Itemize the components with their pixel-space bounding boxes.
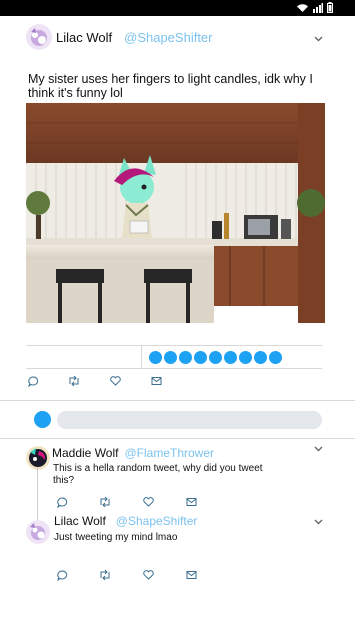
- reply-header: Maddie Wolf @FlameThrower: [52, 446, 214, 460]
- status-icons: [296, 2, 333, 13]
- poll-divider: [141, 346, 142, 368]
- tweet-photo[interactable]: [26, 103, 325, 323]
- tweet-poll: [26, 345, 322, 369]
- reply-author-handle[interactable]: @FlameThrower: [124, 446, 214, 460]
- like-icon[interactable]: [108, 375, 122, 387]
- separator: [0, 438, 355, 439]
- like-icon[interactable]: [141, 569, 155, 581]
- chevron-down-icon[interactable]: [314, 34, 323, 45]
- poll-dot: [179, 351, 192, 364]
- like-icon[interactable]: [141, 496, 155, 508]
- avatar[interactable]: [26, 520, 50, 544]
- share-icon[interactable]: [184, 496, 198, 508]
- reply-actions: [55, 569, 198, 581]
- compose-avatar[interactable]: [34, 411, 51, 428]
- tweet-actions: [26, 375, 163, 387]
- poll-dot: [224, 351, 237, 364]
- status-bar: [0, 0, 355, 16]
- poll-dot: [254, 351, 267, 364]
- avatar[interactable]: [26, 446, 50, 470]
- poll-dots: [149, 351, 282, 364]
- share-icon[interactable]: [184, 569, 198, 581]
- reply-author-handle[interactable]: @ShapeShifter: [116, 514, 198, 528]
- reply-icon[interactable]: [26, 375, 40, 387]
- signal-icon: [313, 2, 323, 13]
- reply-author-name[interactable]: Maddie Wolf: [52, 446, 118, 460]
- reply-author-name[interactable]: Lilac Wolf: [54, 514, 106, 528]
- author-handle[interactable]: @ShapeShifter: [124, 30, 212, 45]
- thread-line: [37, 467, 38, 520]
- reply-text: This is a hella random tweet, why did yo…: [53, 463, 263, 486]
- poll-dot: [164, 351, 177, 364]
- poll-dot: [149, 351, 162, 364]
- chevron-down-icon[interactable]: [314, 444, 323, 455]
- reply-header: Lilac Wolf @ShapeShifter: [54, 514, 197, 528]
- poll-dot: [239, 351, 252, 364]
- reply-icon[interactable]: [55, 569, 69, 581]
- poll-dot: [209, 351, 222, 364]
- retweet-icon[interactable]: [67, 375, 81, 387]
- battery-icon: [327, 2, 333, 13]
- separator: [0, 400, 355, 401]
- chevron-down-icon[interactable]: [314, 517, 323, 528]
- share-icon[interactable]: [149, 375, 163, 387]
- tweet-header: Lilac Wolf @ShapeShifter: [26, 24, 212, 50]
- poll-dot: [194, 351, 207, 364]
- reply-compose-input[interactable]: [57, 411, 322, 429]
- wifi-icon: [296, 3, 309, 13]
- retweet-icon[interactable]: [98, 496, 112, 508]
- reply-text: Just tweeting my mind lmao: [54, 532, 178, 543]
- tweet-text: My sister uses her fingers to light cand…: [28, 72, 313, 100]
- retweet-icon[interactable]: [98, 569, 112, 581]
- reply-actions: [55, 496, 198, 508]
- poll-dot: [269, 351, 282, 364]
- reply-icon[interactable]: [55, 496, 69, 508]
- author-name[interactable]: Lilac Wolf: [56, 30, 112, 45]
- avatar[interactable]: [26, 24, 52, 50]
